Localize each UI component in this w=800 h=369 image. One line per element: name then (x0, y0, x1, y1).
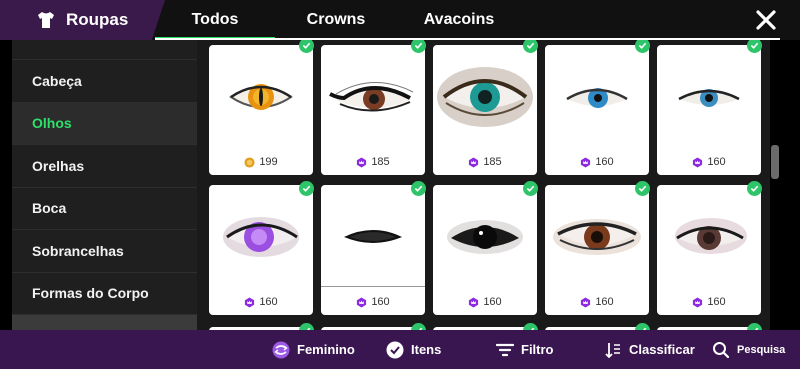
owned-check-icon (411, 323, 426, 330)
crown-icon (693, 296, 703, 308)
item-card[interactable]: 160 (321, 185, 425, 315)
item-card[interactable]: 160 (545, 45, 649, 175)
owned-check-icon (411, 181, 426, 196)
crown-icon (581, 296, 591, 308)
owned-check-icon (523, 323, 538, 330)
eye-item-image (321, 45, 425, 148)
sidebar-item-partial[interactable] (12, 315, 197, 330)
owned-check-icon (299, 323, 314, 330)
price-value: 199 (259, 156, 278, 168)
item-card[interactable]: 185 (433, 45, 537, 175)
sidebar-item-cabeca[interactable]: Cabeça (12, 60, 197, 103)
item-card[interactable]: 160 (545, 185, 649, 315)
price-label: 160 (545, 293, 649, 311)
sort-icon (605, 342, 620, 358)
card-divider (321, 286, 425, 287)
price-value: 160 (259, 296, 278, 308)
price-value: 160 (371, 296, 390, 308)
sidebar-item-boca[interactable]: Boca (12, 188, 197, 230)
eye-item-image (433, 45, 537, 148)
crown-icon (693, 156, 703, 168)
top-bar: Roupas Todos Crowns Avacoins (0, 0, 800, 40)
gender-label: Feminino (297, 342, 355, 357)
search-label: Pesquisa (737, 343, 786, 356)
price-label: 160 (433, 293, 537, 311)
sidebar-item-orelhas[interactable]: Orelhas (12, 145, 197, 188)
item-card[interactable]: 160 (209, 185, 313, 315)
price-value: 160 (707, 296, 726, 308)
sidebar-divider (12, 40, 197, 60)
eye-item-image (657, 185, 761, 288)
gender-swap-icon (272, 341, 290, 358)
close-icon[interactable] (754, 8, 778, 32)
category-header: Roupas (0, 0, 165, 40)
price-value: 160 (595, 296, 614, 308)
crown-icon (357, 296, 367, 308)
crown-icon (469, 296, 479, 308)
crown-icon (469, 156, 479, 168)
gender-button[interactable]: Feminino (272, 330, 355, 369)
sort-label: Classificar (629, 342, 695, 357)
item-card[interactable]: 160 (657, 45, 761, 175)
page-title: Roupas (66, 10, 129, 29)
eye-item-image (657, 45, 761, 148)
price-value: 160 (707, 156, 726, 168)
price-value: 185 (371, 156, 390, 168)
tab-todos[interactable]: Todos (155, 0, 275, 40)
shirt-icon (38, 12, 54, 28)
eye-item-image (209, 185, 313, 288)
search-icon (713, 341, 730, 358)
owned-check-icon (747, 181, 762, 196)
price-label: 199 (209, 153, 313, 171)
price-label: 185 (321, 153, 425, 171)
items-label: Itens (411, 342, 442, 357)
item-card[interactable]: 160 (433, 185, 537, 315)
eye-item-image (321, 185, 425, 288)
price-label: 160 (657, 293, 761, 311)
item-grid: 199 185 185 160 160 160 160 160 160 160 (197, 40, 770, 330)
eye-item-image (433, 185, 537, 288)
price-label: 160 (209, 293, 313, 311)
bottom-toolbar: Feminino Itens Filtro Classificar Pesqui… (0, 330, 800, 369)
eye-item-image (545, 45, 649, 148)
filter-button[interactable]: Filtro (496, 330, 554, 369)
items-button[interactable]: Itens (386, 330, 441, 369)
tab-crowns[interactable]: Crowns (280, 0, 392, 40)
sidebar-item-sobrancelhas[interactable]: Sobrancelhas (12, 230, 197, 273)
owned-check-icon (747, 323, 762, 330)
check-circle-icon (386, 341, 404, 358)
owned-check-icon (635, 181, 650, 196)
crown-icon (581, 156, 591, 168)
grid-scrollbar[interactable] (771, 145, 779, 179)
category-sidebar: Cabeça Olhos Orelhas Boca Sobrancelhas F… (12, 40, 197, 330)
crown-icon (245, 296, 255, 308)
owned-check-icon (635, 323, 650, 330)
price-value: 160 (595, 156, 614, 168)
price-label: 160 (321, 293, 425, 311)
search-button[interactable]: Pesquisa (712, 330, 785, 369)
owned-check-icon (523, 181, 538, 196)
price-label: 185 (433, 153, 537, 171)
item-card[interactable]: 185 (321, 45, 425, 175)
eye-item-image (209, 45, 313, 148)
tab-avacoins[interactable]: Avacoins (400, 0, 518, 40)
sidebar-item-olhos[interactable]: Olhos (12, 102, 197, 145)
sidebar-item-formas-do-corpo[interactable]: Formas do Corpo (12, 273, 197, 315)
owned-check-icon (299, 181, 314, 196)
crown-icon (357, 156, 367, 168)
item-card[interactable]: 160 (657, 185, 761, 315)
price-value: 160 (483, 296, 502, 308)
filter-icon (496, 343, 514, 356)
sort-button[interactable]: Classificar (604, 330, 695, 369)
avacoin-icon (244, 156, 255, 168)
eye-item-image (545, 185, 649, 288)
price-value: 185 (483, 156, 502, 168)
price-label: 160 (545, 153, 649, 171)
item-card[interactable]: 199 (209, 45, 313, 175)
price-label: 160 (657, 153, 761, 171)
filter-label: Filtro (521, 342, 554, 357)
